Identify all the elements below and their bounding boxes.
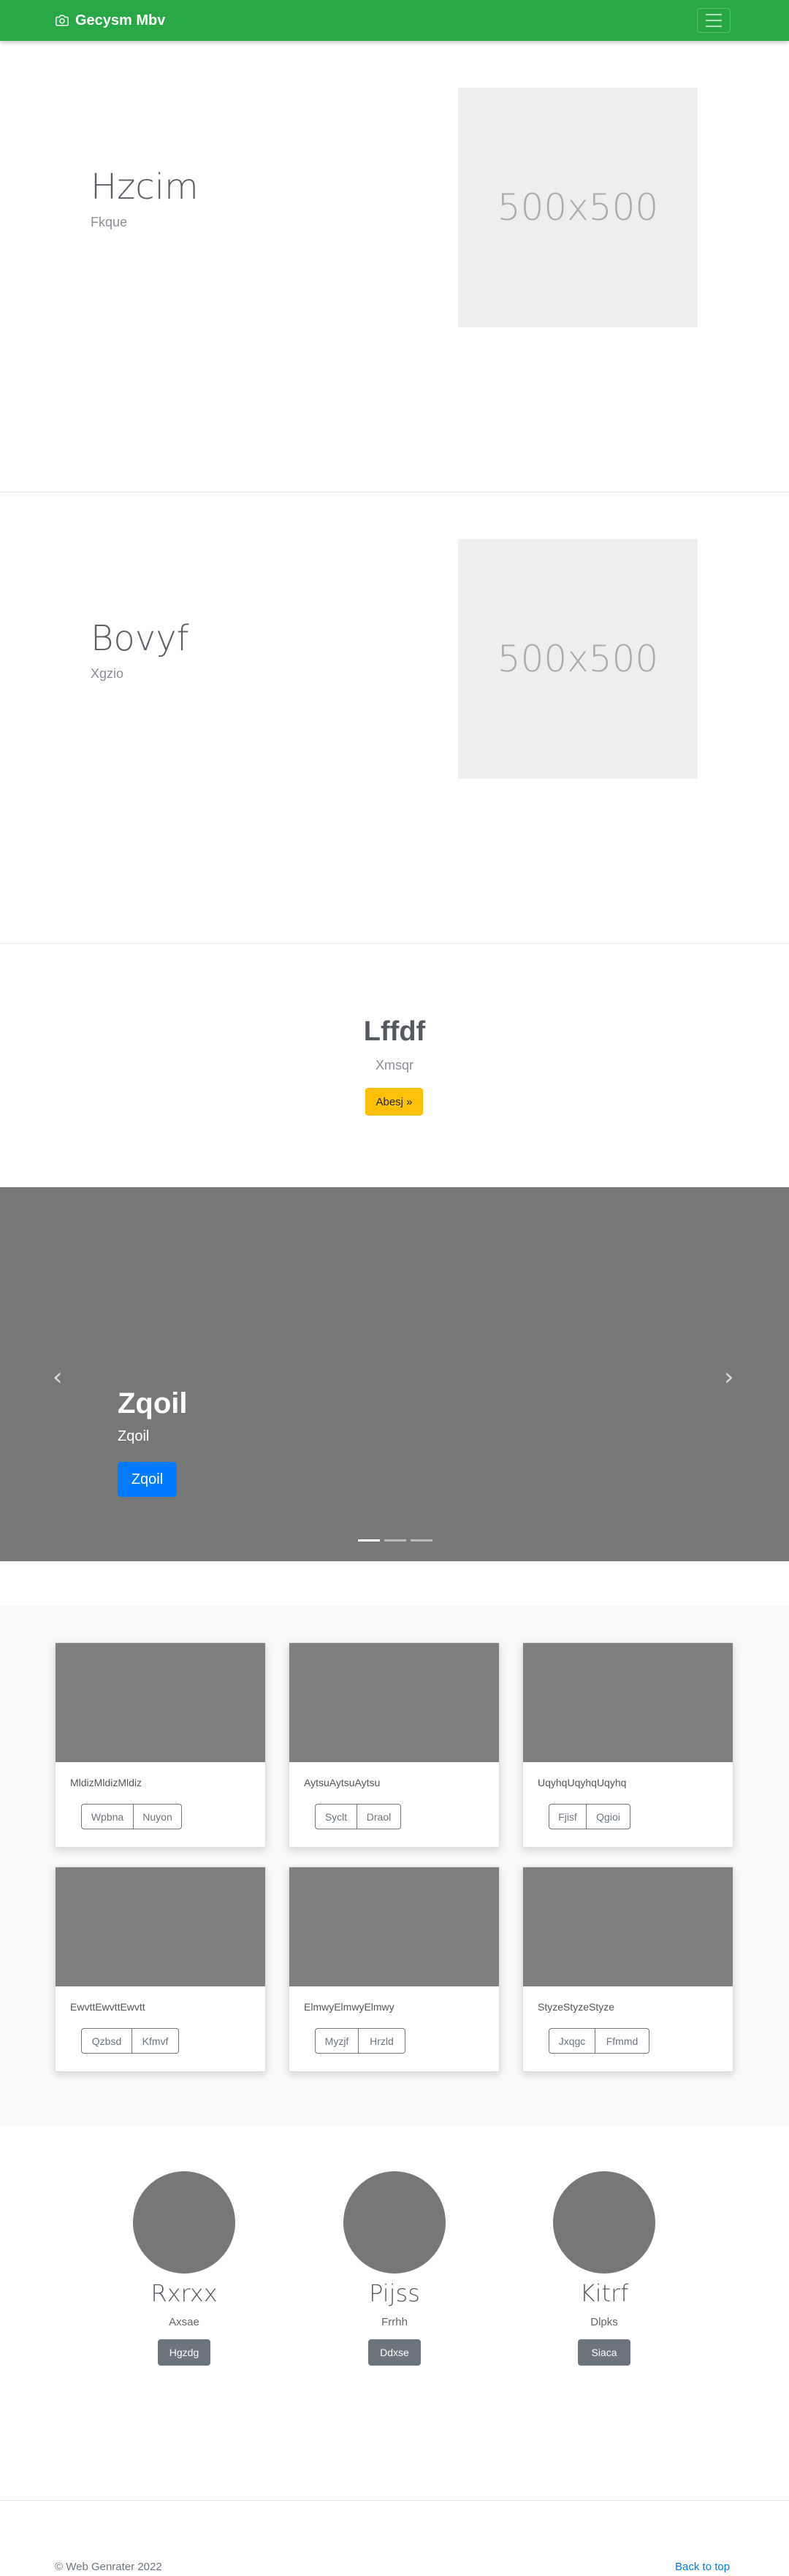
card-button[interactable]: Myzjf [315, 2028, 359, 2054]
feature-subheading: Fkque [91, 215, 128, 229]
album-card: AytsuAytsuAytsu Syclt Draol [289, 1642, 500, 1848]
carousel-indicators [358, 1539, 432, 1542]
card-thumbnail [523, 1643, 733, 1762]
member-role: Axsae [169, 2316, 199, 2328]
album-card: ElmwyElmwyElmwy Myzjf Hrzld [289, 1867, 500, 2072]
card-button-group: Syclt Draol [315, 1804, 401, 1829]
brand-label: Gecysm Mbv [75, 12, 166, 28]
hamburger-icon-line [706, 20, 722, 21]
jumbotron-title: Lffdf [363, 1016, 426, 1047]
feature-image-placeholder: 500x500 [458, 88, 698, 327]
avatar [553, 2171, 655, 2274]
member-button[interactable]: Siaca [578, 2339, 630, 2366]
feature-heading: Hzcim [91, 167, 199, 207]
card-thumbnail [289, 1867, 499, 1986]
card-button[interactable]: Qgioi [587, 1804, 630, 1829]
navbar: Gecysm Mbv [0, 0, 789, 41]
avatar [133, 2171, 235, 2274]
hamburger-icon-line [706, 26, 722, 27]
carousel-caption-subtitle: Zqoil [118, 1428, 150, 1444]
card-button[interactable]: Nuyon [134, 1804, 182, 1829]
footer-copyright: © Web Genrater 2022 [55, 2561, 162, 2573]
card-button[interactable]: Qzbsd [81, 2028, 132, 2054]
card-button-group: Myzjf Hrzld [315, 2028, 405, 2054]
card-button[interactable]: Fjisf [549, 1804, 587, 1829]
carousel: ‹ › Zqoil Zqoil Zqoil [0, 1187, 789, 1561]
footer: © Web Genrater 2022 Back to top [0, 2500, 789, 2576]
carousel-indicator[interactable] [384, 1539, 406, 1542]
card-button-group: Jxqgc Ffmmd [549, 2028, 649, 2054]
carousel-indicator[interactable] [358, 1539, 380, 1542]
album-card: EwvttEwvttEwvtt Qzbsd Kfmvf [55, 1867, 266, 2072]
member-button[interactable]: Hgzdg [158, 2339, 210, 2366]
card-button[interactable]: Hrzld [359, 2028, 405, 2054]
card-text: EwvttEwvttEwvtt [70, 2001, 145, 2013]
carousel-caption-button[interactable]: Zqoil [118, 1462, 177, 1497]
card-text: AytsuAytsuAytsu [304, 1777, 381, 1788]
jumbotron: Lffdf Xmsqr Abesj » [0, 885, 789, 1187]
jumbotron-subtitle: Xmsqr [375, 1058, 413, 1072]
member-button[interactable]: Ddxse [368, 2339, 421, 2366]
hamburger-icon-line [706, 14, 722, 15]
member-name: Pijss [369, 2279, 420, 2307]
carousel-caption-title: Zqoil [118, 1387, 188, 1420]
carousel-prev-icon[interactable]: ‹ [53, 1363, 63, 1392]
member-name: Kitrf [579, 2279, 629, 2307]
album-section: MldizMldizMldiz Wpbna Nuyon AytsuAytsuAy… [0, 1606, 789, 2126]
feature-section: Bovyf Xgzio 500x500 [0, 492, 789, 944]
card-button[interactable]: Syclt [315, 1804, 357, 1829]
card-thumbnail [56, 1643, 265, 1762]
card-button-group: Wpbna Nuyon [81, 1804, 182, 1829]
feature-image-placeholder: 500x500 [458, 539, 698, 779]
member-name: Rxrxx [150, 2279, 218, 2307]
navbar-brand[interactable]: Gecysm Mbv [55, 11, 165, 30]
jumbotron-button[interactable]: Abesj » [365, 1088, 423, 1116]
feature-heading: Bovyf [91, 618, 189, 659]
card-thumbnail [289, 1643, 499, 1762]
avatar [343, 2171, 446, 2274]
member-role: Dlpks [590, 2316, 618, 2328]
feature-subheading: Xgzio [91, 666, 124, 681]
feature-section: Hzcim Fkque 500x500 [0, 41, 789, 492]
member-role: Frrhh [381, 2316, 408, 2328]
card-text: MldizMldizMldiz [70, 1777, 142, 1788]
card-thumbnail [56, 1867, 265, 1986]
card-button[interactable]: Draol [357, 1804, 401, 1829]
card-button[interactable]: Kfmvf [132, 2028, 179, 2054]
card-button-group: Qzbsd Kfmvf [81, 2028, 179, 2054]
card-button[interactable]: Jxqgc [549, 2028, 595, 2054]
back-to-top-link[interactable]: Back to top [675, 2561, 730, 2573]
album-card: MldizMldizMldiz Wpbna Nuyon [55, 1642, 266, 1848]
carousel-indicator[interactable] [411, 1539, 432, 1542]
card-button[interactable]: Ffmmd [595, 2028, 649, 2054]
card-button-group: Fjisf Qgioi [549, 1804, 630, 1829]
album-card: StyzeStyzeStyze Jxqgc Ffmmd [522, 1867, 733, 2072]
card-text: ElmwyElmwyElmwy [304, 2001, 394, 2013]
card-text: StyzeStyzeStyze [538, 2001, 615, 2013]
card-thumbnail [523, 1867, 733, 1986]
album-card: UqyhqUqyhqUqyhq Fjisf Qgioi [522, 1642, 733, 1848]
card-button[interactable]: Wpbna [81, 1804, 134, 1829]
carousel-next-icon[interactable]: › [724, 1363, 734, 1392]
card-text: UqyhqUqyhqUqyhq [538, 1777, 627, 1788]
camera-icon [56, 15, 69, 26]
navbar-toggler-button[interactable] [697, 8, 731, 33]
